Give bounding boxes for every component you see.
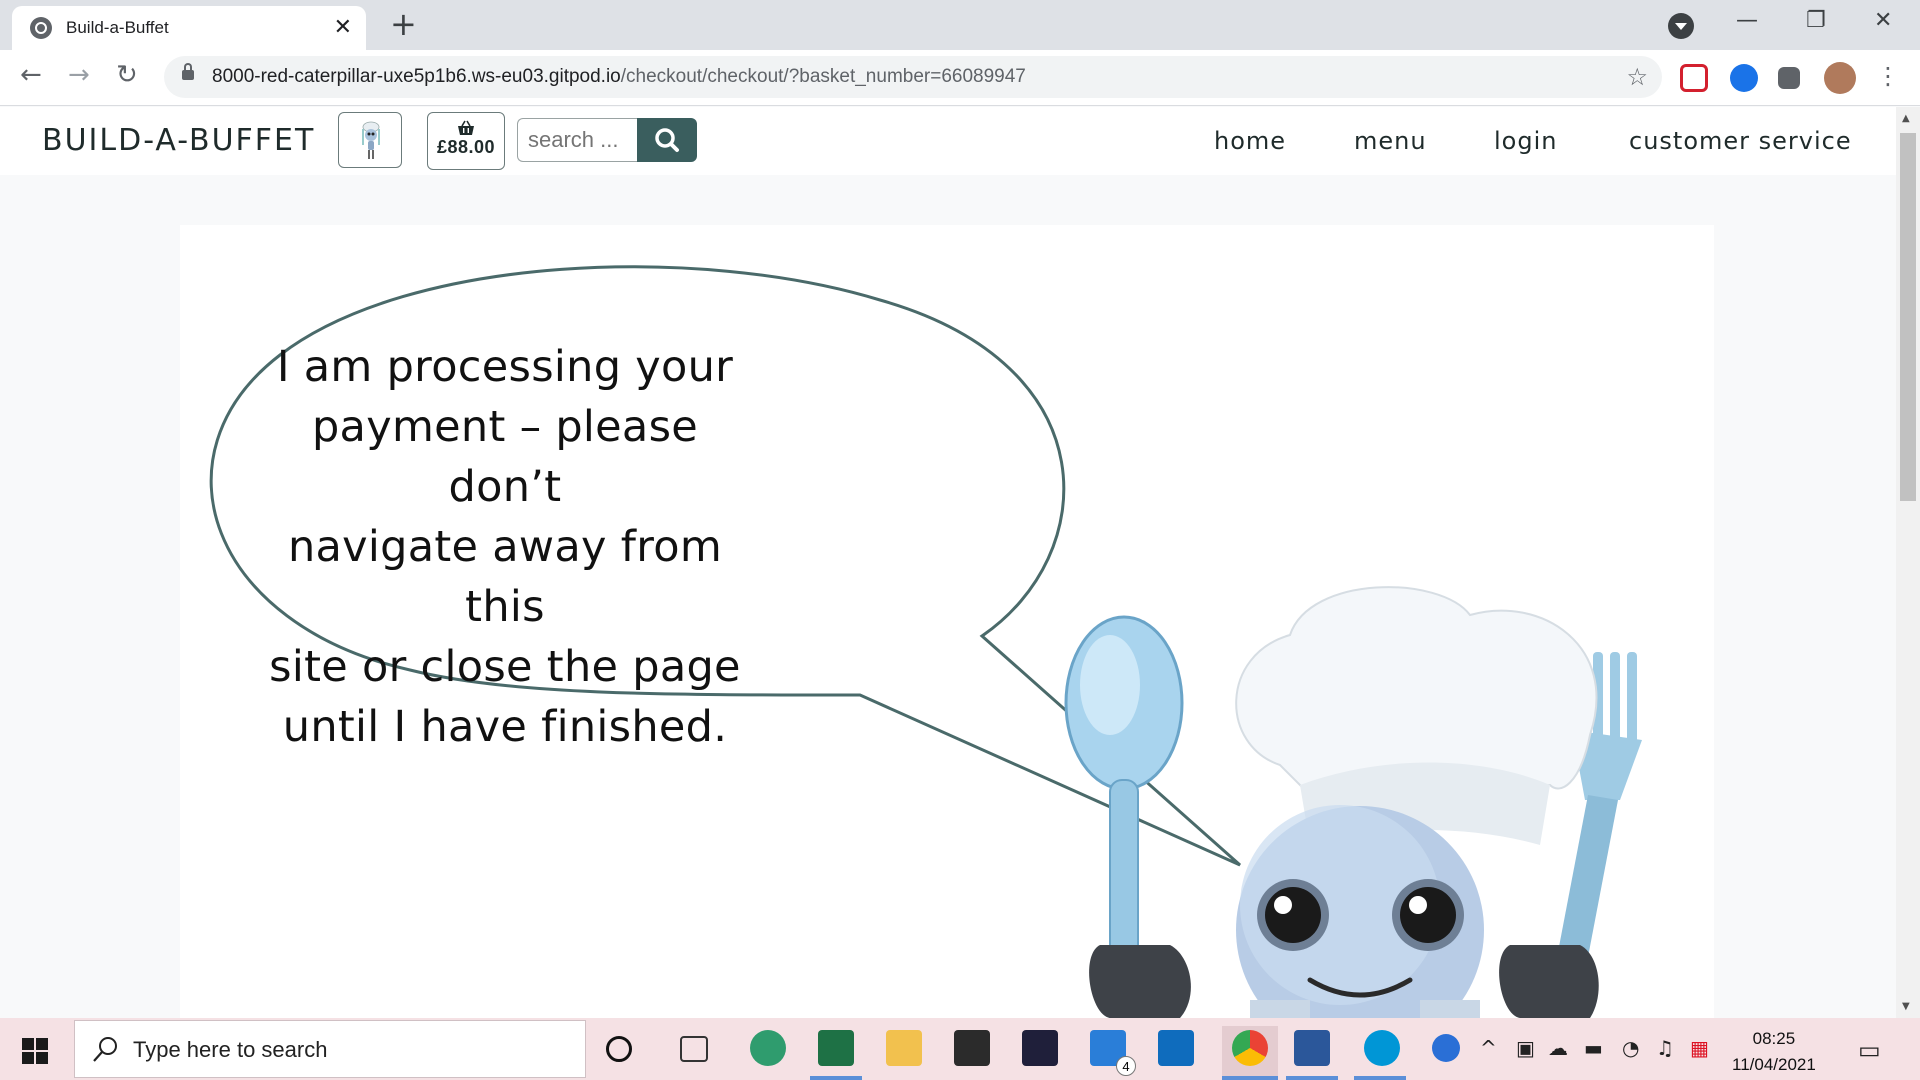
forward-button[interactable]: →: [68, 60, 90, 90]
tray-device-icon[interactable]: ▣: [1516, 1036, 1535, 1060]
url-text[interactable]: 8000-red-caterpillar-uxe5p1b6.ws-eu03.gi…: [212, 66, 1026, 88]
pocket-extension-icon[interactable]: [1680, 64, 1708, 92]
volume-icon[interactable]: ♫: [1656, 1036, 1674, 1060]
tab-title: Build-a-Buffet: [66, 18, 169, 37]
basket-icon: [458, 120, 474, 135]
excel-icon[interactable]: [818, 1030, 854, 1066]
nav-menu-link[interactable]: menu: [1354, 127, 1427, 155]
shield-extension-icon[interactable]: [1730, 64, 1758, 92]
outlook-icon[interactable]: [1158, 1030, 1194, 1066]
search-icon: [93, 1037, 117, 1062]
site-brand[interactable]: BUILD-A-BUFFET: [42, 123, 315, 158]
browser-tab[interactable]: Build-a-Buffet ✕: [12, 6, 366, 50]
dev-tool-icon[interactable]: [1022, 1030, 1058, 1066]
globe-icon: [30, 17, 52, 39]
nav-home-link[interactable]: home: [1214, 127, 1286, 155]
wifi-icon[interactable]: ◔: [1622, 1036, 1639, 1060]
processing-card: I am processing your payment – please do…: [180, 225, 1714, 1018]
reload-button[interactable]: ↻: [116, 60, 138, 90]
chrome-icon[interactable]: [1232, 1030, 1268, 1066]
message-line: site or close the page: [269, 642, 741, 692]
windows-taskbar: Type here to search 4 ^ ▣ ☁ ▬ ◔ ♫ ▦ 08:2…: [0, 1018, 1920, 1080]
scroll-up-arrow[interactable]: ▲: [1902, 113, 1910, 124]
mail-badge: 4: [1116, 1056, 1136, 1076]
battery-icon[interactable]: ▬: [1584, 1036, 1603, 1060]
nav-customer-service-link[interactable]: customer service: [1629, 127, 1852, 155]
clock-time: 08:25: [1752, 1029, 1796, 1048]
site-search-button[interactable]: [637, 118, 697, 162]
edge-icon[interactable]: [750, 1030, 786, 1066]
robot-head: [1236, 805, 1484, 1018]
taskbar-search-box[interactable]: Type here to search: [74, 1020, 586, 1078]
new-tab-button[interactable]: +: [390, 8, 417, 40]
tray-chevron-icon[interactable]: ^: [1480, 1036, 1497, 1060]
site-navbar: BUILD-A-BUFFET £88.00 home menu login cu…: [0, 107, 1896, 175]
page-scrollbar[interactable]: ▲ ▼: [1896, 107, 1920, 1018]
basket-total: £88.00: [436, 137, 496, 157]
taskbar-search-placeholder: Type here to search: [133, 1037, 328, 1062]
browser-tabstrip: Build-a-Buffet ✕ + — ❐ ✕: [0, 0, 1920, 50]
search-icon: [655, 128, 679, 152]
site-search-input[interactable]: [517, 118, 639, 162]
window-close-button[interactable]: ✕: [1874, 8, 1892, 33]
chrome-active-indicator: [1222, 1076, 1278, 1080]
file-explorer-icon[interactable]: [886, 1030, 922, 1066]
message-line: navigate away from this: [287, 522, 723, 632]
scroll-thumb[interactable]: [1900, 133, 1916, 501]
hp-icon[interactable]: [1364, 1030, 1400, 1066]
taskbar-clock[interactable]: 08:25 11/04/2021: [1732, 1026, 1816, 1078]
address-bar[interactable]: 8000-red-caterpillar-uxe5p1b6.ws-eu03.gi…: [164, 56, 1662, 98]
basket-button[interactable]: £88.00: [427, 112, 505, 170]
message-line: payment – please don’t: [311, 402, 699, 512]
hp-active-indicator: [1354, 1076, 1406, 1080]
restore-button[interactable]: ❐: [1806, 8, 1826, 33]
url-host: 8000-red-caterpillar-uxe5p1b6.ws-eu03.gi…: [212, 66, 621, 87]
clock-date: 11/04/2021: [1732, 1055, 1816, 1074]
help-icon[interactable]: [1432, 1034, 1460, 1062]
action-center-icon[interactable]: ▭: [1858, 1036, 1881, 1064]
windows-start-icon[interactable]: [22, 1038, 48, 1064]
scroll-down-arrow[interactable]: ▼: [1902, 1001, 1910, 1012]
browser-toolbar: ← → ↻ 8000-red-caterpillar-uxe5p1b6.ws-e…: [0, 50, 1920, 106]
processing-message: I am processing your payment – please do…: [260, 337, 750, 757]
chef-hat-icon: [1235, 586, 1598, 845]
task-view-icon[interactable]: [680, 1036, 708, 1062]
robot-chef-icon: [362, 121, 380, 159]
notification-app-icon[interactable]: ▦: [1690, 1036, 1709, 1060]
word-active-indicator: [1286, 1076, 1338, 1080]
store-icon[interactable]: [954, 1030, 990, 1066]
word-icon[interactable]: [1294, 1030, 1330, 1066]
excel-active-indicator: [810, 1076, 862, 1080]
cortana-icon[interactable]: [606, 1036, 632, 1062]
back-button[interactable]: ←: [20, 60, 42, 90]
tab-close-icon[interactable]: ✕: [334, 17, 352, 39]
profile-avatar[interactable]: [1824, 62, 1856, 94]
onedrive-icon[interactable]: ☁: [1548, 1036, 1568, 1060]
extensions-puzzle-icon[interactable]: [1778, 67, 1800, 89]
tab-search-icon[interactable]: [1668, 13, 1694, 39]
lock-icon: [182, 63, 194, 80]
message-line: I am processing your: [276, 342, 734, 392]
nav-login-link[interactable]: login: [1494, 127, 1557, 155]
bookmark-star-icon[interactable]: ☆: [1626, 63, 1648, 91]
message-line: until I have finished.: [282, 702, 728, 752]
browser-menu-icon[interactable]: ⋮: [1876, 62, 1900, 90]
robot-logo-button[interactable]: [338, 112, 402, 168]
minimize-button[interactable]: —: [1736, 8, 1758, 33]
url-path: /checkout/checkout/?basket_number=660899…: [620, 66, 1026, 87]
